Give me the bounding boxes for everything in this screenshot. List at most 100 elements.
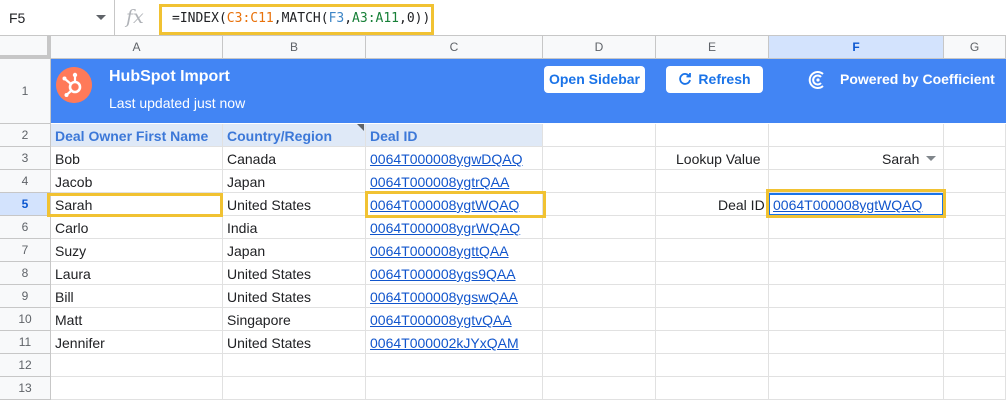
grid-cell[interactable] bbox=[656, 354, 769, 377]
grid-cell[interactable] bbox=[543, 124, 656, 147]
row-header-9[interactable]: 9 bbox=[0, 285, 51, 308]
grid-cell[interactable] bbox=[543, 308, 656, 331]
grid-cell[interactable] bbox=[769, 377, 944, 400]
deal-id-link[interactable]: 0064T000002kJYxQAM bbox=[370, 335, 519, 351]
grid-cell[interactable] bbox=[769, 239, 944, 262]
chevron-down-icon[interactable] bbox=[926, 156, 936, 161]
column-header-d[interactable]: D bbox=[543, 36, 656, 59]
deal-id-link[interactable]: 0064T000008ygtrQAA bbox=[370, 174, 509, 190]
deal-id-link[interactable]: 0064T000008ygtvQAA bbox=[370, 312, 512, 328]
column-header-g[interactable]: G bbox=[944, 36, 1006, 59]
grid-cell[interactable] bbox=[223, 354, 366, 377]
grid-cell[interactable] bbox=[656, 216, 769, 239]
grid-cell[interactable] bbox=[543, 331, 656, 354]
grid-cell[interactable] bbox=[944, 170, 1006, 193]
row-header-8[interactable]: 8 bbox=[0, 262, 51, 285]
grid-cell[interactable] bbox=[944, 193, 1006, 216]
row-header-13[interactable]: 13 bbox=[0, 377, 51, 400]
grid-cell[interactable] bbox=[944, 262, 1006, 285]
grid-cell[interactable] bbox=[656, 377, 769, 400]
owner-name-cell: Bill bbox=[55, 289, 74, 305]
grid-cell[interactable] bbox=[944, 308, 1006, 331]
grid-cell[interactable] bbox=[944, 147, 1006, 170]
grid-cell[interactable] bbox=[223, 377, 366, 400]
grid-cell[interactable] bbox=[366, 354, 543, 377]
grid-cell[interactable] bbox=[656, 124, 769, 147]
fx-icon: fx bbox=[126, 6, 144, 28]
refresh-button-label: Refresh bbox=[698, 71, 751, 87]
refresh-button[interactable]: Refresh bbox=[666, 66, 763, 93]
column-header-e[interactable]: E bbox=[656, 36, 769, 59]
deal-id-link[interactable]: 0064T000008ygswQAA bbox=[370, 289, 518, 305]
formula-part: A3:A11 bbox=[352, 11, 400, 26]
name-box-dropdown-icon[interactable] bbox=[96, 15, 106, 20]
row-header-10[interactable]: 10 bbox=[0, 308, 51, 331]
country-cell: India bbox=[227, 220, 258, 236]
grid-cell[interactable] bbox=[543, 285, 656, 308]
row-header-5[interactable]: 5 bbox=[0, 193, 51, 216]
grid-cell[interactable] bbox=[944, 124, 1006, 147]
grid-cell[interactable] bbox=[769, 308, 944, 331]
formula-part: , bbox=[344, 11, 353, 26]
row-header-6[interactable]: 6 bbox=[0, 216, 51, 239]
grid-cell[interactable] bbox=[51, 354, 223, 377]
grid-cell[interactable] bbox=[543, 216, 656, 239]
formula-part: ,0)) bbox=[399, 11, 431, 26]
country-cell: United States bbox=[227, 197, 312, 213]
lookup-value-dropdown[interactable]: Sarah bbox=[882, 151, 919, 167]
grid-cell[interactable] bbox=[769, 331, 944, 354]
row-header-2[interactable]: 2 bbox=[0, 124, 51, 147]
grid-cell[interactable] bbox=[944, 331, 1006, 354]
formula-text: =INDEX(C3:C11,MATCH(F3,A3:A11,0)) bbox=[172, 11, 430, 26]
result-deal-id-link[interactable]: 0064T000008ygtWQAQ bbox=[773, 197, 922, 213]
deal-id-link[interactable]: 0064T000008ygs9QAA bbox=[370, 266, 516, 282]
grid-cell[interactable] bbox=[543, 193, 656, 216]
grid-cell[interactable] bbox=[944, 216, 1006, 239]
country-cell: Singapore bbox=[227, 312, 291, 328]
open-sidebar-button[interactable]: Open Sidebar bbox=[544, 66, 645, 93]
row-header-12[interactable]: 12 bbox=[0, 354, 51, 377]
deal-id-link[interactable]: 0064T000008ygwDQAQ bbox=[370, 151, 523, 167]
grid-cell[interactable] bbox=[51, 285, 223, 308]
grid-cell[interactable] bbox=[656, 170, 769, 193]
column-header-a[interactable]: A bbox=[51, 36, 223, 59]
owner-name-cell: Jacob bbox=[55, 174, 93, 190]
table-header-cell: Deal Owner First Name bbox=[55, 128, 209, 144]
filter-indicator-icon bbox=[357, 124, 364, 131]
grid-cell[interactable] bbox=[656, 285, 769, 308]
grid-cell[interactable] bbox=[656, 262, 769, 285]
row-header-11[interactable]: 11 bbox=[0, 331, 51, 354]
grid-cell[interactable] bbox=[944, 285, 1006, 308]
table-header-cell: Country/Region bbox=[227, 128, 332, 144]
grid-cell[interactable] bbox=[769, 216, 944, 239]
grid-cell[interactable] bbox=[656, 239, 769, 262]
grid-cell[interactable] bbox=[543, 354, 656, 377]
grid-cell[interactable] bbox=[543, 262, 656, 285]
deal-id-link[interactable]: 0064T000008ygttQAA bbox=[370, 243, 509, 259]
row-header-3[interactable]: 3 bbox=[0, 147, 51, 170]
row-header-1[interactable]: 1 bbox=[0, 59, 51, 124]
grid-cell[interactable] bbox=[769, 285, 944, 308]
banner-subtitle: Last updated just now bbox=[109, 95, 246, 111]
grid-cell[interactable] bbox=[543, 377, 656, 400]
grid-cell[interactable] bbox=[543, 147, 656, 170]
column-header-c[interactable]: C bbox=[366, 36, 543, 59]
row-header-7[interactable]: 7 bbox=[0, 239, 51, 262]
grid-cell[interactable] bbox=[769, 262, 944, 285]
select-all-corner[interactable] bbox=[0, 36, 51, 59]
grid-cell[interactable] bbox=[769, 124, 944, 147]
grid-cell[interactable] bbox=[944, 354, 1006, 377]
grid-cell[interactable] bbox=[656, 308, 769, 331]
grid-cell[interactable] bbox=[944, 239, 1006, 262]
grid-cell[interactable] bbox=[769, 354, 944, 377]
column-header-b[interactable]: B bbox=[223, 36, 366, 59]
column-header-f[interactable]: F bbox=[769, 36, 944, 59]
grid-cell[interactable] bbox=[944, 377, 1006, 400]
grid-cell[interactable] bbox=[656, 331, 769, 354]
grid-cell[interactable] bbox=[51, 377, 223, 400]
row-header-4[interactable]: 4 bbox=[0, 170, 51, 193]
grid-cell[interactable] bbox=[543, 170, 656, 193]
deal-id-link[interactable]: 0064T000008ygrWQAQ bbox=[370, 220, 520, 236]
grid-cell[interactable] bbox=[543, 239, 656, 262]
grid-cell[interactable] bbox=[366, 377, 543, 400]
